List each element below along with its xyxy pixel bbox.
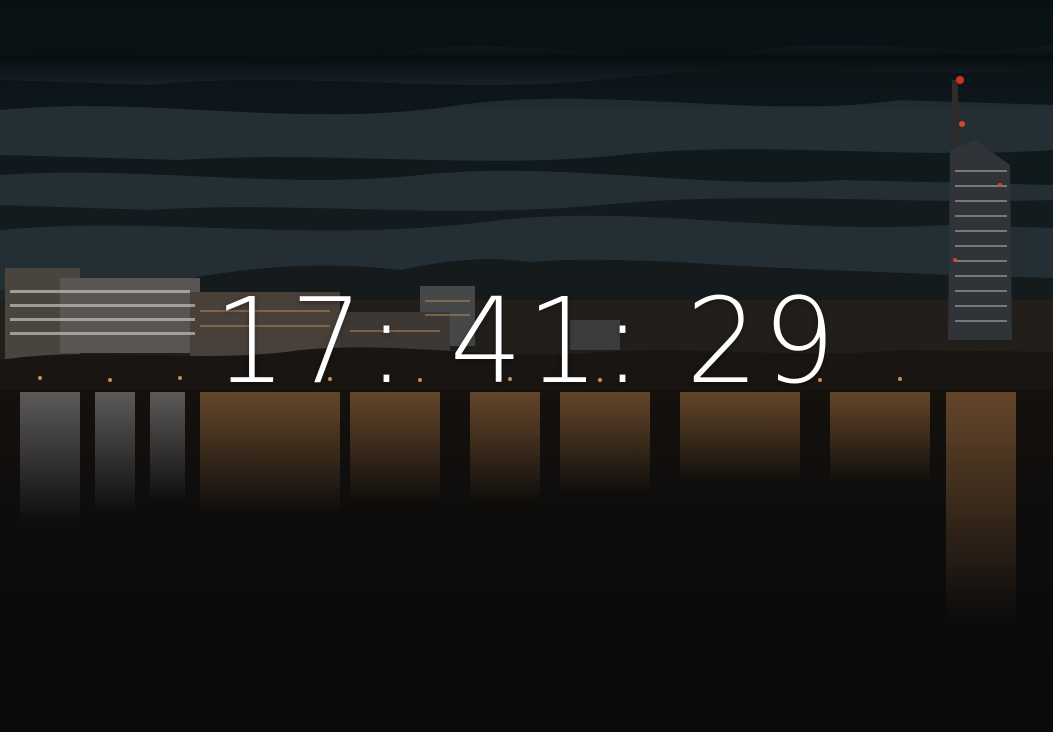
digital-clock: 17: 41: 29 — [213, 272, 840, 410]
wallpaper-background: 17: 41: 29 — [0, 0, 1053, 732]
